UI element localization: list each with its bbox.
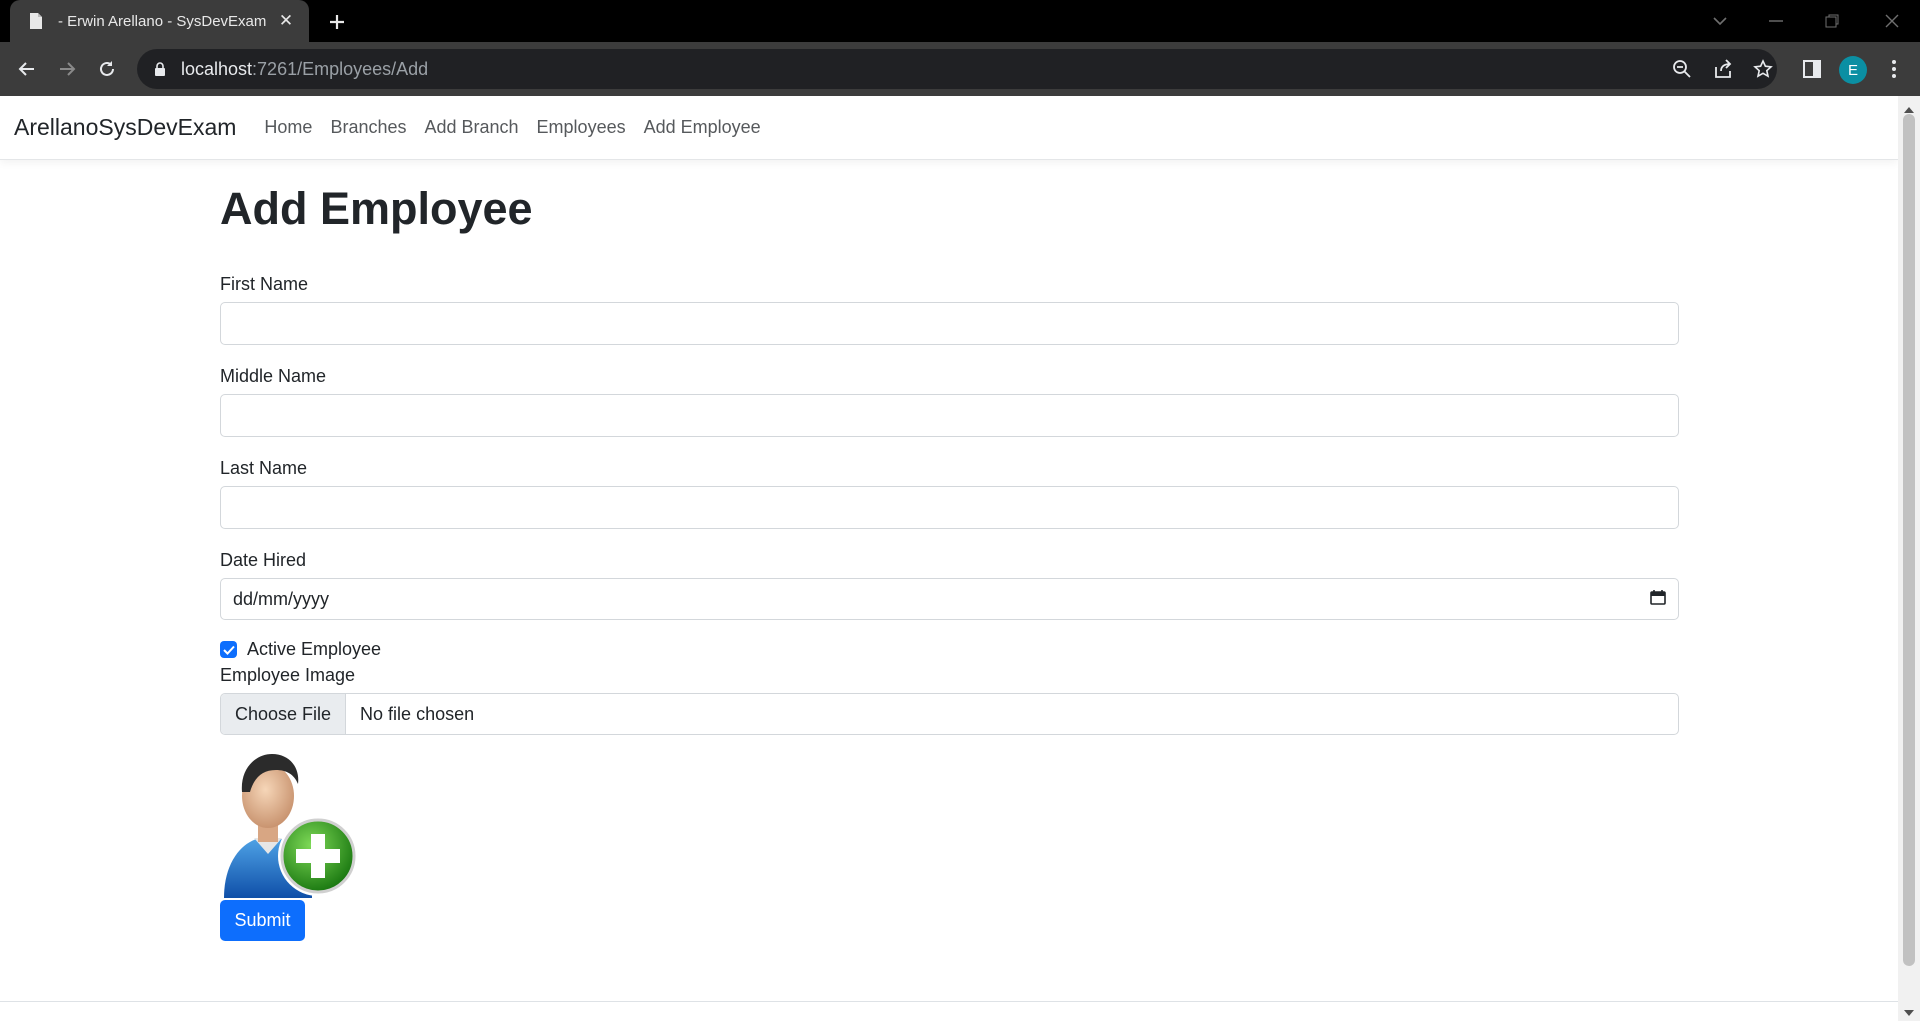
bookmark-star-icon[interactable] (1748, 54, 1778, 84)
browser-tab[interactable]: - Erwin Arellano - SysDevExam ✕ (10, 0, 309, 42)
address-bar[interactable]: localhost:7261/Employees/Add (137, 49, 1777, 89)
first-name-input[interactable] (220, 302, 1679, 345)
restore-icon[interactable] (1804, 0, 1860, 42)
calendar-icon[interactable] (1650, 589, 1666, 610)
window-close-icon[interactable] (1864, 0, 1920, 42)
nav-employees[interactable]: Employees (537, 117, 626, 138)
profile-avatar[interactable]: E (1839, 56, 1867, 84)
reload-icon[interactable] (92, 54, 122, 84)
browser-tabbar: - Erwin Arellano - SysDevExam ✕ (0, 0, 1920, 42)
last-name-label: Last Name (220, 458, 308, 478)
scrollbar-thumb[interactable] (1903, 114, 1915, 966)
active-employee-checkbox[interactable] (220, 641, 237, 658)
page-scrollbar[interactable] (1898, 96, 1920, 1021)
date-placeholder: dd/mm/yyyy (233, 588, 330, 609)
lock-icon[interactable] (151, 60, 169, 78)
new-tab-icon[interactable] (322, 7, 352, 37)
employee-image-file-input[interactable]: Choose File No file chosen (220, 693, 1679, 735)
page-title: Add Employee (220, 183, 533, 234)
nav-home[interactable]: Home (264, 117, 312, 138)
file-status-text: No file chosen (360, 703, 475, 724)
side-panel-icon[interactable] (1797, 54, 1827, 84)
minimize-icon[interactable] (1748, 0, 1804, 42)
employee-image-label: Employee Image (220, 665, 356, 685)
nav-branches[interactable]: Branches (330, 117, 406, 138)
page-icon (26, 11, 46, 31)
scroll-down-icon[interactable] (1904, 1004, 1914, 1021)
page-viewport: ArellanoSysDevExam Home Branches Add Bra… (0, 96, 1898, 1021)
add-user-image (220, 752, 360, 898)
choose-file-button[interactable]: Choose File (221, 694, 347, 734)
zoom-icon[interactable] (1667, 54, 1697, 84)
browser-toolbar: localhost:7261/Employees/Add E (0, 42, 1920, 96)
close-icon[interactable]: ✕ (275, 10, 297, 32)
middle-name-label: Middle Name (220, 366, 327, 386)
nav-add-branch[interactable]: Add Branch (424, 117, 518, 138)
share-icon[interactable] (1708, 54, 1738, 84)
tab-search-icon[interactable] (1692, 0, 1748, 42)
active-employee-label[interactable]: Active Employee (247, 639, 381, 660)
tab-title: - Erwin Arellano - SysDevExam (58, 12, 267, 30)
date-hired-label: Date Hired (220, 550, 307, 570)
forward-icon[interactable] (52, 54, 82, 84)
nav-add-employee[interactable]: Add Employee (644, 117, 761, 138)
first-name-label: First Name (220, 274, 309, 294)
middle-name-input[interactable] (220, 394, 1679, 437)
submit-button[interactable]: Submit (220, 900, 305, 941)
date-hired-input[interactable]: dd/mm/yyyy (220, 578, 1679, 620)
url-text[interactable]: localhost:7261/Employees/Add (181, 59, 428, 80)
back-icon[interactable] (12, 54, 42, 84)
menu-kebab-icon[interactable] (1879, 54, 1909, 84)
form-container: Add Employee First Name Middle Name Last… (220, 160, 1679, 941)
app-navbar: ArellanoSysDevExam Home Branches Add Bra… (0, 96, 1898, 160)
last-name-input[interactable] (220, 486, 1679, 529)
active-employee-row: Active Employee (220, 639, 1679, 660)
footer-divider (0, 1001, 1898, 1002)
brand-link[interactable]: ArellanoSysDevExam (14, 114, 236, 141)
